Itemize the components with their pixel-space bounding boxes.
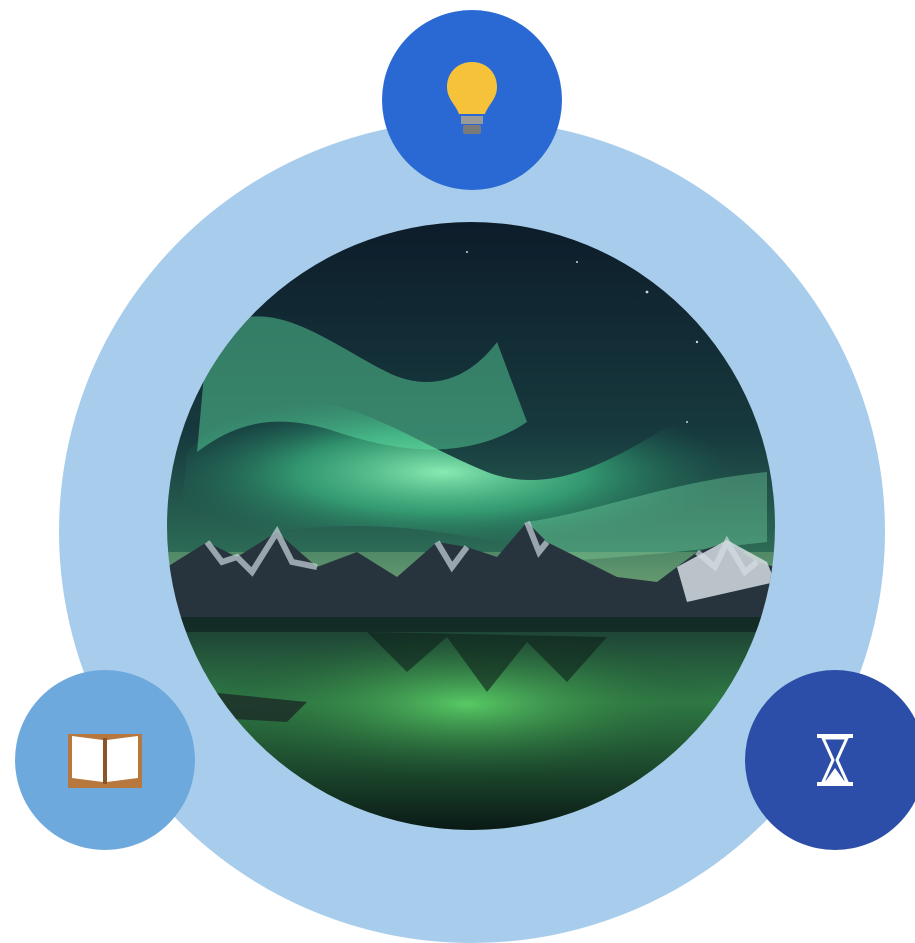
lightbulb-icon [447, 62, 497, 134]
hourglass-icon [817, 734, 853, 786]
open-book-icon [68, 734, 142, 788]
learning-node [15, 670, 195, 850]
aurora-photo [167, 222, 775, 830]
idea-node [382, 10, 562, 190]
time-node [745, 670, 915, 850]
